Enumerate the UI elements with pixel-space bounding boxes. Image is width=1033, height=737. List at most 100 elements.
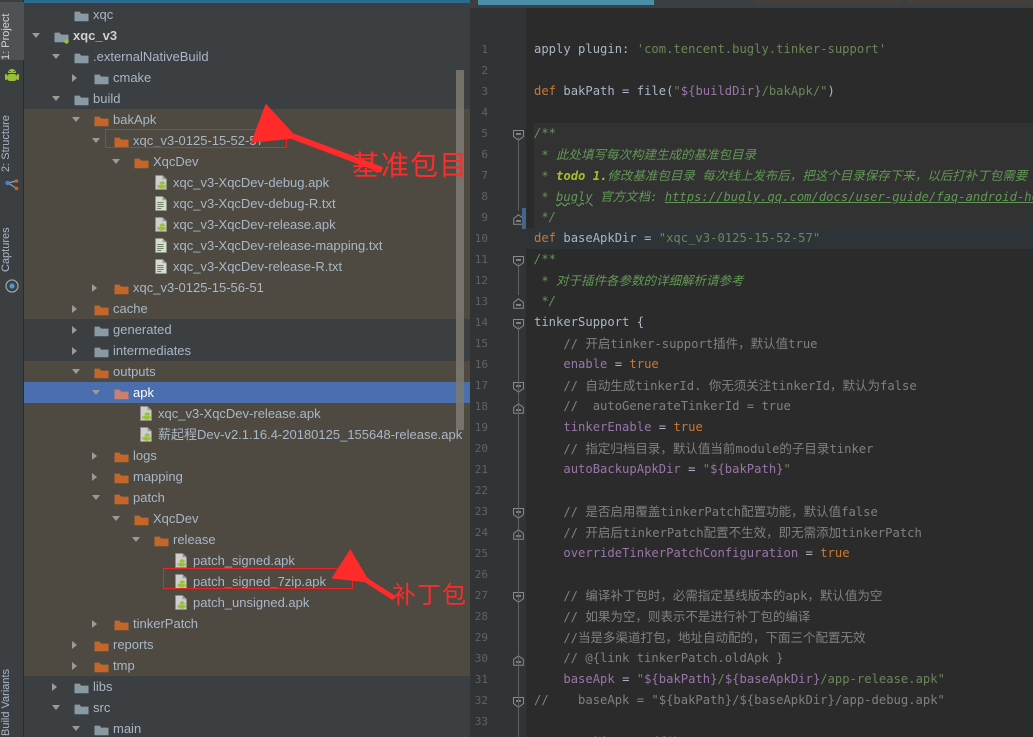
editor-tab-idle-2[interactable] bbox=[907, 0, 1033, 4]
code-line-29[interactable]: //当是多渠道打包，地址自动配的，下面三个配置无效 bbox=[534, 627, 865, 648]
tree-node-22[interactable]: mapping bbox=[24, 466, 470, 487]
tree-node-2[interactable]: .externalNativeBuild bbox=[24, 46, 470, 67]
tree-node-12[interactable]: xqc_v3-XqcDev-release-R.txt bbox=[24, 256, 470, 277]
chevron-down-icon[interactable] bbox=[112, 159, 120, 164]
code-line-30[interactable]: // @{link tinkerPatch.oldApk } bbox=[534, 648, 783, 669]
tree-node-16[interactable]: intermediates bbox=[24, 340, 470, 361]
code-line-31[interactable]: baseApk = "${bakPath}/${baseApkDir}/app-… bbox=[534, 669, 945, 690]
chevron-down-icon[interactable] bbox=[32, 33, 40, 38]
tree-node-23[interactable]: patch bbox=[24, 487, 470, 508]
code-line-16[interactable]: enable = true bbox=[534, 354, 658, 375]
chevron-down-icon[interactable] bbox=[72, 117, 80, 122]
code-line-14[interactable]: tinkerSupport { bbox=[534, 312, 644, 333]
editor-tab-idle-1[interactable] bbox=[754, 0, 902, 4]
editor-code-area[interactable]: apply plugin: 'com.tencent.bugly.tinker-… bbox=[526, 8, 1033, 737]
chevron-down-icon[interactable] bbox=[92, 495, 100, 500]
chevron-right-icon[interactable] bbox=[92, 284, 97, 292]
project-tool-window[interactable]: xqc xqc_v3 .externalNativeBuild cmake build b… bbox=[24, 4, 470, 737]
tree-node-30[interactable]: reports bbox=[24, 634, 470, 655]
chevron-right-icon[interactable] bbox=[72, 641, 77, 649]
tree-node-5[interactable]: bakApk bbox=[24, 109, 470, 130]
tree-node-31[interactable]: tmp bbox=[24, 655, 470, 676]
tree-node-10[interactable]: xqc_v3-XqcDev-release.apk bbox=[24, 214, 470, 235]
tree-node-9[interactable]: xqc_v3-XqcDev-debug-R.txt bbox=[24, 193, 470, 214]
chevron-right-icon[interactable] bbox=[72, 662, 77, 670]
tree-node-11[interactable]: xqc_v3-XqcDev-release-mapping.txt bbox=[24, 235, 470, 256]
tree-node-14[interactable]: cache bbox=[24, 298, 470, 319]
chevron-right-icon[interactable] bbox=[52, 683, 57, 691]
editor-tab-strip[interactable] bbox=[470, 0, 1033, 8]
project-tree[interactable]: xqc xqc_v3 .externalNativeBuild cmake build b… bbox=[24, 4, 470, 737]
tree-node-19[interactable]: xqc_v3-XqcDev-release.apk bbox=[24, 403, 470, 424]
chevron-down-icon[interactable] bbox=[72, 369, 80, 374]
code-line-10[interactable]: def baseApkDir = "xqc_v3-0125-15-52-57" bbox=[534, 228, 820, 249]
toolwindow-tab-project[interactable]: 1: Project bbox=[0, 2, 24, 60]
code-line-20[interactable]: // 指定归档目录，默认值当前module的子目录tinker bbox=[534, 438, 873, 459]
code-line-11[interactable]: /** bbox=[534, 249, 556, 270]
code-line-17[interactable]: // 自动生成tinkerId. 你无须关注tinkerId，默认为false bbox=[534, 375, 916, 396]
tree-node-13[interactable]: xqc_v3-0125-15-56-51 bbox=[24, 277, 470, 298]
chevron-down-icon[interactable] bbox=[112, 516, 120, 521]
tree-node-18[interactable]: apk bbox=[24, 382, 470, 403]
code-line-23[interactable]: // 是否启用覆盖tinkerPatch配置功能，默认值false bbox=[534, 501, 877, 522]
editor-tab-active-indicator[interactable] bbox=[478, 0, 654, 5]
chevron-right-icon[interactable] bbox=[72, 305, 77, 313]
tree-node-4[interactable]: build bbox=[24, 88, 470, 109]
code-line-25[interactable]: overrideTinkerPatchConfiguration = true bbox=[534, 543, 849, 564]
code-line-6[interactable]: * 此处填写每次构建生成的基准包目录 bbox=[534, 144, 1033, 165]
chevron-right-icon[interactable] bbox=[72, 74, 77, 82]
tree-node-3[interactable]: cmake bbox=[24, 67, 470, 88]
tree-node-29[interactable]: tinkerPatch bbox=[24, 613, 470, 634]
tree-node-1[interactable]: xqc_v3 bbox=[24, 25, 470, 46]
line-number: 29 bbox=[474, 631, 488, 644]
chevron-right-icon[interactable] bbox=[72, 326, 77, 334]
chevron-right-icon[interactable] bbox=[92, 473, 97, 481]
code-line-1[interactable]: apply plugin: 'com.tencent.bugly.tinker-… bbox=[534, 39, 886, 60]
tree-node-32[interactable]: libs bbox=[24, 676, 470, 697]
toolwindow-tab-build-variants[interactable]: Build Variants bbox=[0, 648, 24, 736]
chevron-down-icon[interactable] bbox=[52, 54, 60, 59]
toolwindow-tab-captures[interactable]: Captures bbox=[0, 206, 24, 272]
chevron-right-icon[interactable] bbox=[72, 347, 77, 355]
tree-node-0[interactable]: xqc bbox=[24, 4, 470, 25]
code-line-27[interactable]: // 编译补丁包时，必需指定基线版本的apk，默认值为空 bbox=[534, 585, 882, 606]
chevron-down-icon[interactable] bbox=[52, 96, 60, 101]
code-editor[interactable]: 1 2 3 4 5 6 7 8 9 10 11 12 13 14 15 16 17 18 19 20 21 22 23 24 2… bbox=[470, 8, 1033, 737]
code-line-7[interactable]: * todo 1.修改基准包目录 每次线上发布后，把这个目录保存下来，以后打补丁… bbox=[534, 165, 1033, 186]
tree-node-21[interactable]: logs bbox=[24, 445, 470, 466]
code-line-9[interactable]: */ bbox=[534, 207, 1033, 228]
fold-end-icon[interactable] bbox=[513, 296, 524, 309]
tree-node-34[interactable]: main bbox=[24, 718, 470, 737]
code-line-28[interactable]: // 如果为空，则表示不是进行补丁包的编译 bbox=[534, 606, 810, 627]
code-line-24[interactable]: // 开启后tinkerPatch配置不生效，即无需添加tinkerPatch bbox=[534, 522, 922, 543]
code-line-3[interactable]: def bakPath = file("${buildDir}/bakApk/"… bbox=[534, 81, 835, 102]
chevron-down-icon[interactable] bbox=[92, 138, 100, 143]
code-line-34[interactable]: // 对应tinker插件applyMapping bbox=[534, 732, 767, 737]
tree-node-15[interactable]: generated bbox=[24, 319, 470, 340]
code-line-13[interactable]: */ bbox=[534, 291, 556, 312]
code-folding-column[interactable] bbox=[512, 8, 526, 737]
tree-node-20[interactable]: 薪起程Dev-v2.1.16.4-20180125_155648-release… bbox=[24, 424, 470, 445]
code-line-21[interactable]: autoBackupApkDir = "${bakPath}" bbox=[534, 459, 790, 480]
tree-node-17[interactable]: outputs bbox=[24, 361, 470, 382]
code-line-8[interactable]: * bugly 官方文档: https://bugly.qq.com/docs/… bbox=[534, 186, 1033, 207]
chevron-down-icon[interactable] bbox=[92, 390, 100, 395]
toolwindow-tab-structure[interactable]: 2: Structure bbox=[0, 96, 24, 172]
chevron-down-icon[interactable] bbox=[132, 537, 140, 542]
editor-gutter[interactable]: 1 2 3 4 5 6 7 8 9 10 11 12 13 14 15 16 17 18 19 20 21 22 23 24 2… bbox=[470, 8, 526, 737]
tree-node-25[interactable]: release bbox=[24, 529, 470, 550]
chevron-down-icon[interactable] bbox=[72, 726, 80, 731]
code-line-19[interactable]: tinkerEnable = true bbox=[534, 417, 702, 438]
tree-node-33[interactable]: src bbox=[24, 697, 470, 718]
tree-node-26[interactable]: patch_signed.apk bbox=[24, 550, 470, 571]
chevron-right-icon[interactable] bbox=[92, 620, 97, 628]
chevron-down-icon[interactable] bbox=[52, 705, 60, 710]
tree-node-24[interactable]: XqcDev bbox=[24, 508, 470, 529]
chevron-right-icon[interactable] bbox=[92, 452, 97, 460]
code-line-32[interactable]: // baseApk = "${bakPath}/${baseApkDir}/a… bbox=[534, 690, 945, 711]
code-line-18[interactable]: // autoGenerateTinkerId = true bbox=[534, 396, 790, 417]
code-line-12[interactable]: * 对于插件各参数的详细解析请参考 bbox=[534, 270, 743, 291]
code-line-15[interactable]: // 开启tinker-support插件，默认值true bbox=[534, 333, 817, 354]
project-tree-scrollbar[interactable] bbox=[456, 70, 464, 430]
code-line-5[interactable]: /** bbox=[534, 123, 1033, 144]
